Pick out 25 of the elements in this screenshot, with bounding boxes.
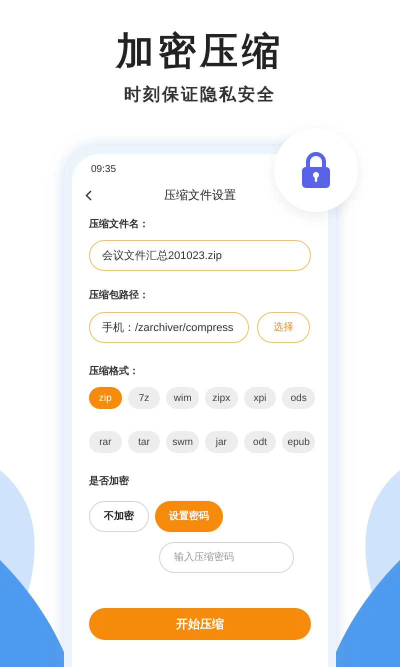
format-chip[interactable]: 7z [128,387,160,409]
field-label: 压缩文件名： [89,218,150,232]
format-chip[interactable]: swm [166,431,199,453]
format-chip[interactable]: ods [282,387,315,409]
headline: 加密压缩 [116,30,284,74]
path-field[interactable]: 手机：/zarchiver/compress [89,312,249,343]
format-chip[interactable]: jar [205,431,238,453]
file-name-field[interactable]: 会议文件汇总201023.zip [89,240,311,271]
format-chip[interactable]: xpi [244,387,276,409]
format-chip[interactable]: wim [166,387,199,409]
field-label: 是否加密 [89,475,130,489]
lock-icon [301,151,331,189]
field-label: 压缩包路径： [89,289,150,303]
subheadline: 时刻保证隐私安全 [124,84,276,106]
status-time: 09:35 [90,164,118,176]
password-field[interactable]: 输入压缩密码 [159,542,294,573]
format-chip[interactable]: epub [282,431,315,453]
back-icon[interactable] [85,190,92,201]
screen-title: 压缩文件设置 [164,187,236,204]
format-chip[interactable]: tar [128,431,160,453]
encryption-option[interactable]: 不加密 [89,501,149,532]
format-chip[interactable]: rar [89,431,122,453]
format-chip[interactable]: zipx [205,387,238,409]
format-chip[interactable]: odt [244,431,276,453]
field-label: 压缩格式： [89,365,140,379]
